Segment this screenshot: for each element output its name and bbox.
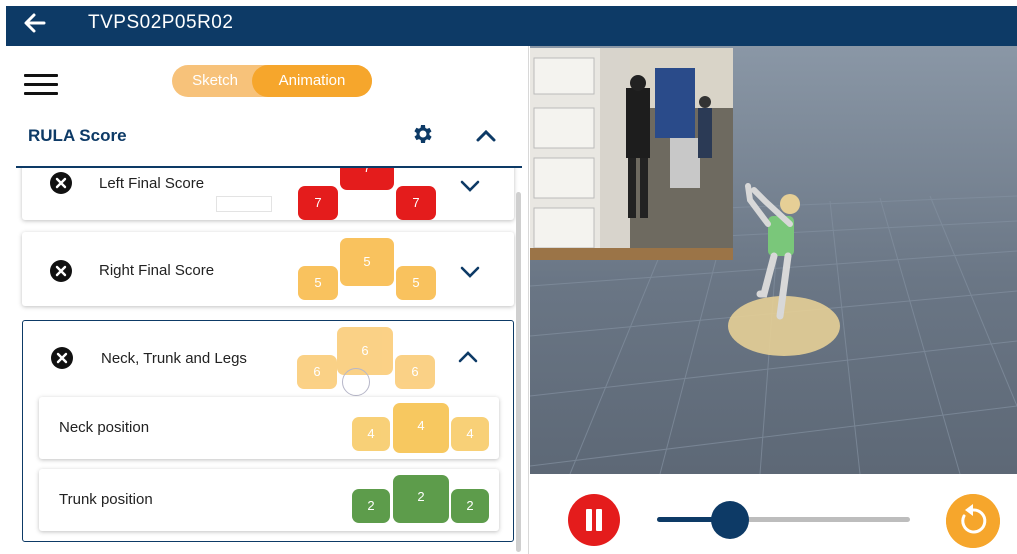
score-badge-left: 5 [298, 266, 338, 300]
score-label: Left Final Score [99, 175, 205, 192]
score-card-neck-trunk-legs[interactable]: Neck, Trunk and Legs 6 6 6 Neck position… [22, 320, 514, 542]
mode-toggle: Sketch Animation [172, 65, 372, 97]
app-bar: TVPS02P05R02 [6, 6, 1017, 46]
mode-animation-option[interactable]: Animation [252, 65, 372, 97]
score-panel: Sketch Animation RULA Score Left Final S… [6, 46, 529, 554]
playback-controls [530, 474, 1017, 554]
expand-chevron-down-icon[interactable] [459, 264, 481, 280]
avatar-figure [728, 183, 840, 356]
replay-icon[interactable] [946, 494, 1000, 548]
score-label: Neck, Trunk and Legs [101, 350, 247, 367]
score-badge-center: 5 [340, 238, 394, 286]
sub-score-card-neck[interactable]: Neck position 4 4 4 [39, 397, 499, 459]
score-badge-right: 6 [395, 355, 435, 389]
remove-x-icon[interactable] [50, 172, 72, 194]
score-list[interactable]: Left Final Score 7 7 7 Right Final Score… [6, 168, 528, 554]
expand-chevron-down-icon[interactable] [459, 178, 481, 194]
score-badge-right: 4 [451, 417, 489, 451]
score-badge-center: 7 [340, 168, 394, 190]
scrollbar[interactable] [516, 192, 521, 552]
score-badge-right: 2 [451, 489, 489, 523]
back-arrow-icon[interactable] [20, 8, 50, 38]
score-badge-left: 2 [352, 489, 390, 523]
score-card-left-final[interactable]: Left Final Score 7 7 7 [22, 168, 514, 220]
score-badge-center: 4 [393, 403, 449, 453]
pause-button[interactable] [568, 494, 620, 546]
score-label: Right Final Score [99, 262, 215, 279]
collapse-chevron-up-icon[interactable] [457, 349, 479, 365]
score-badge-right: 7 [396, 186, 436, 220]
score-badge-left: 4 [352, 417, 390, 451]
remove-x-icon[interactable] [51, 347, 73, 369]
settings-gear-icon[interactable] [411, 122, 435, 146]
score-badge-right: 5 [396, 266, 436, 300]
sub-score-label: Neck position [59, 419, 150, 436]
score-empty-field [216, 196, 272, 212]
touch-indicator [342, 368, 370, 396]
pause-icon-bar [596, 509, 602, 531]
sub-score-card-trunk[interactable]: Trunk position 2 2 2 [39, 469, 499, 531]
app-title: TVPS02P05R02 [88, 12, 234, 33]
score-badge-center: 2 [393, 475, 449, 523]
pause-icon [586, 509, 592, 531]
score-card-right-final[interactable]: Right Final Score 5 5 5 [22, 232, 514, 306]
collapse-chevron-up-icon[interactable] [474, 126, 498, 144]
sub-score-label: Trunk position [59, 491, 153, 508]
score-badge-left: 7 [298, 186, 338, 220]
score-badge-center: 6 [337, 327, 393, 375]
section-title: RULA Score [28, 126, 127, 145]
score-badge-left: 6 [297, 355, 337, 389]
timeline-thumb[interactable] [711, 501, 750, 539]
video-preview[interactable] [530, 48, 733, 260]
menu-icon[interactable] [24, 74, 58, 96]
3d-viewport[interactable] [530, 46, 1017, 474]
remove-x-icon[interactable] [50, 260, 72, 282]
mode-sketch-option[interactable]: Sketch [178, 65, 252, 97]
